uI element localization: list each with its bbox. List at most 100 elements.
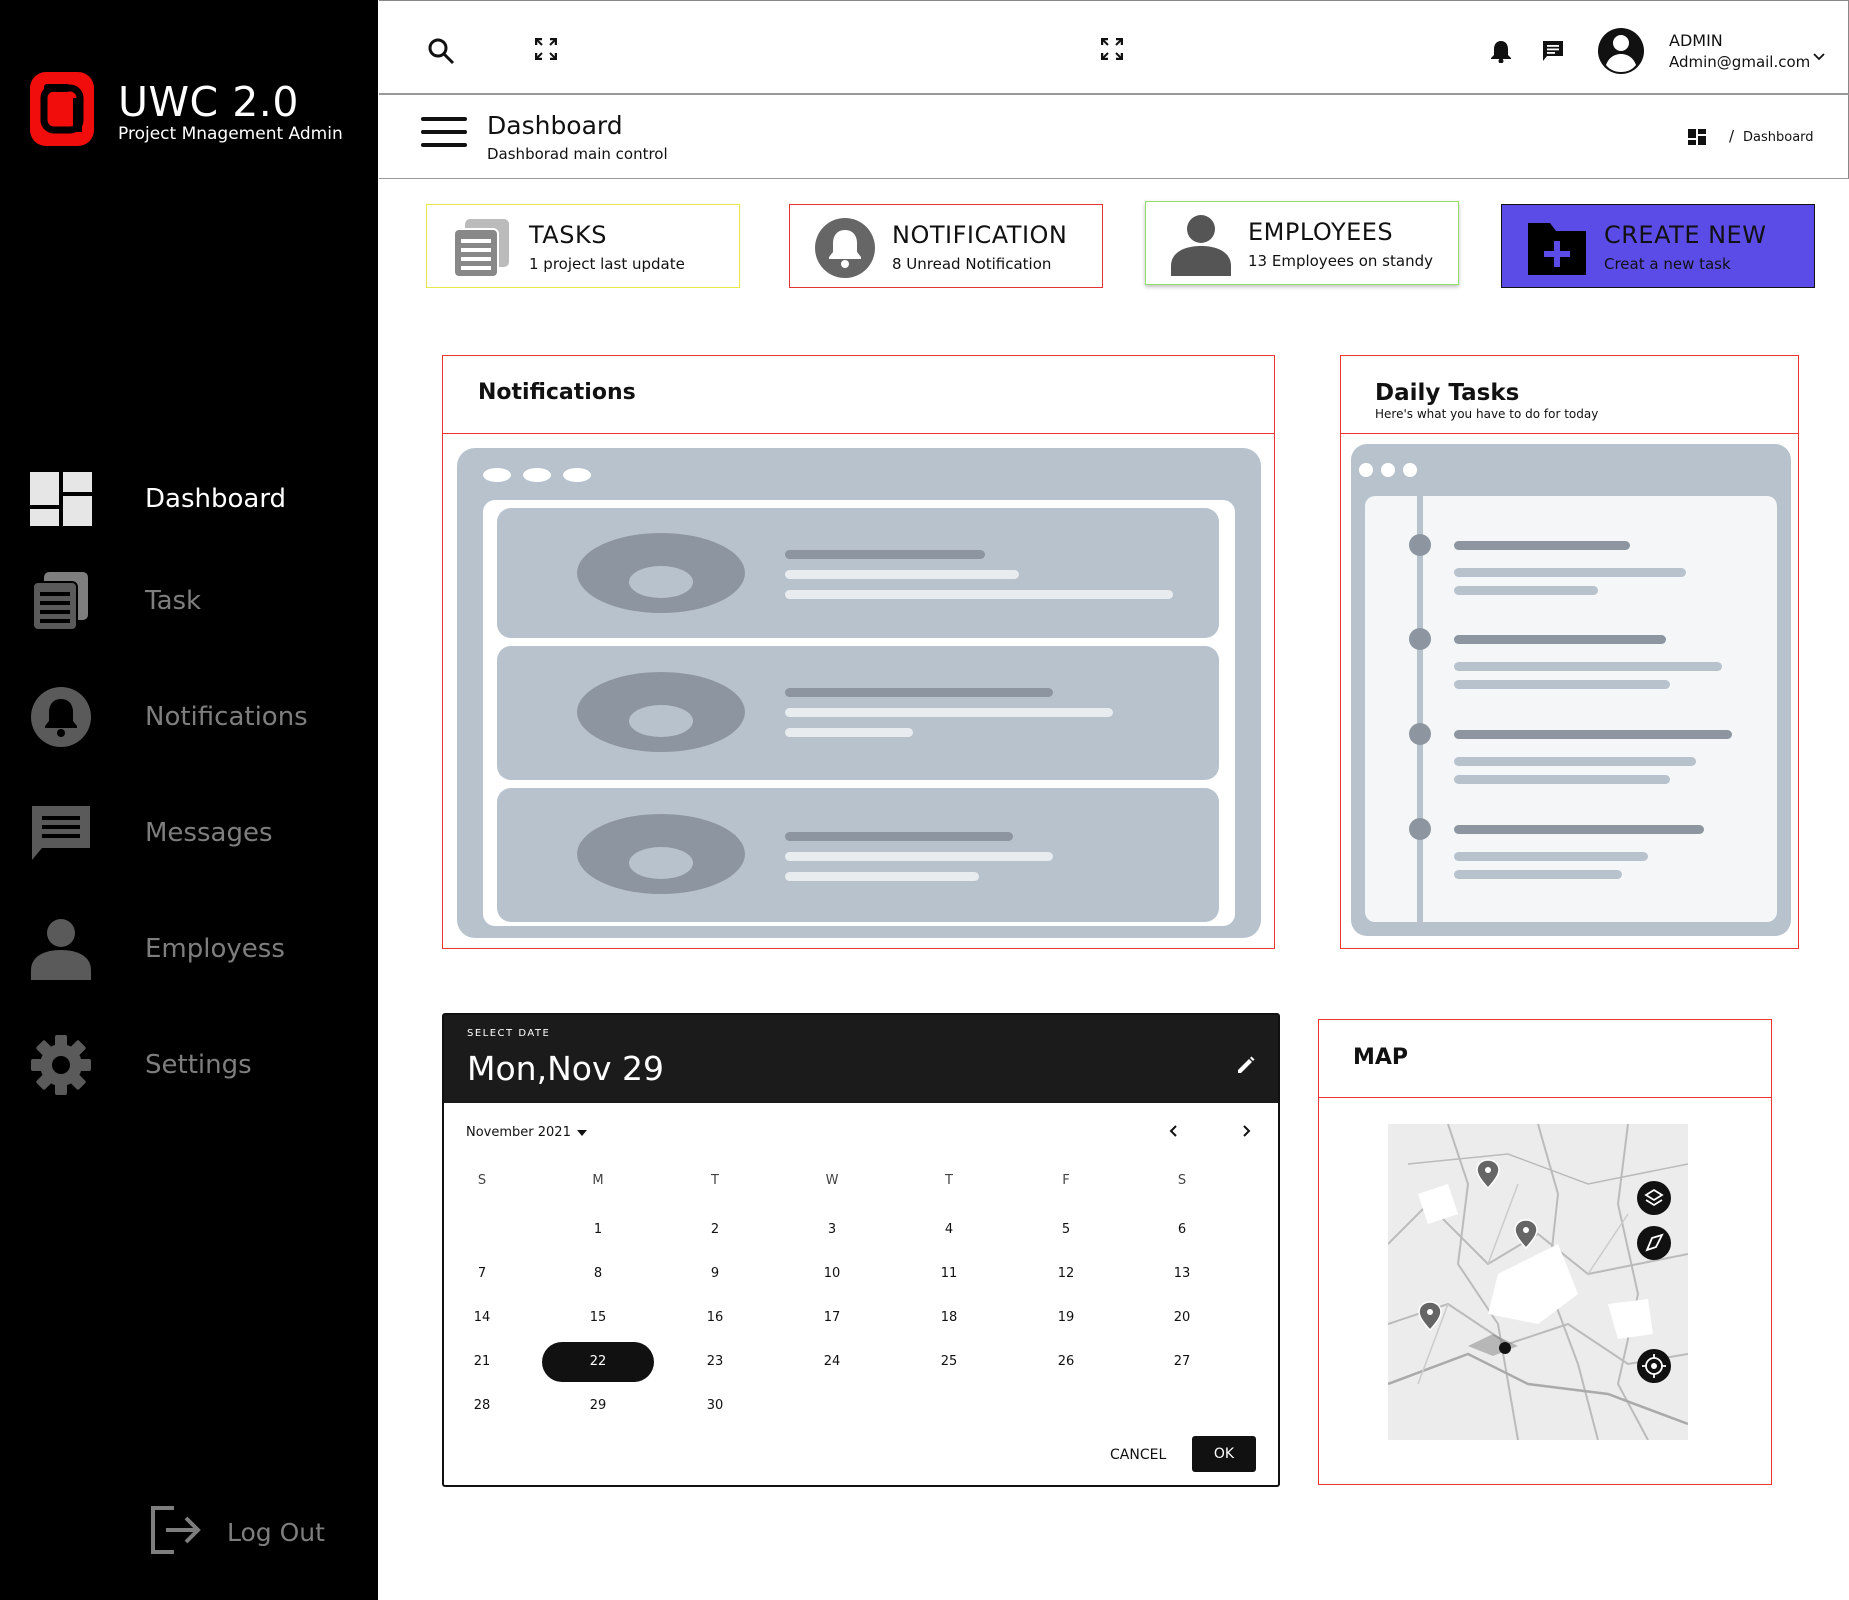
hamburger-line bbox=[421, 130, 467, 134]
calendar-day[interactable]: 13 bbox=[1162, 1259, 1202, 1289]
weekday-header: T bbox=[945, 1173, 953, 1188]
panel-header: Notifications bbox=[443, 356, 1274, 434]
card-title: TASKS bbox=[529, 221, 607, 249]
sidebar-item-label: Employess bbox=[145, 934, 285, 964]
logo-mark-icon bbox=[40, 84, 84, 134]
create-new-button[interactable]: CREATE NEW Creat a new task bbox=[1501, 204, 1815, 288]
calendar-day[interactable]: 14 bbox=[462, 1303, 502, 1333]
employees-card[interactable]: EMPLOYEES 13 Employees on standy bbox=[1145, 201, 1459, 285]
cancel-button[interactable]: CANCEL bbox=[1110, 1447, 1166, 1463]
calendar-day[interactable]: 16 bbox=[695, 1303, 735, 1333]
calendar-day[interactable]: 2 bbox=[695, 1215, 735, 1245]
admin-name: ADMIN bbox=[1669, 31, 1723, 50]
calendar-day[interactable]: 11 bbox=[929, 1259, 969, 1289]
person-icon bbox=[1168, 212, 1234, 278]
sidebar-item-label: Dashboard bbox=[145, 484, 287, 514]
calendar-day[interactable]: 21 bbox=[462, 1347, 502, 1377]
calendar-day[interactable]: 15 bbox=[578, 1303, 618, 1333]
weekday-header: M bbox=[592, 1173, 604, 1188]
map-title: MAP bbox=[1353, 1045, 1409, 1070]
calendar-day[interactable]: 23 bbox=[695, 1347, 735, 1377]
calendar-day-selected[interactable]: 22 bbox=[542, 1342, 654, 1382]
sidebar-item-task[interactable]: Task bbox=[30, 569, 360, 633]
calendar-day[interactable]: 17 bbox=[812, 1303, 852, 1333]
prev-month-button[interactable] bbox=[1167, 1123, 1181, 1142]
user-avatar[interactable] bbox=[1597, 25, 1645, 81]
sidebar-item-employees[interactable]: Employess bbox=[30, 917, 360, 981]
calendar-day[interactable]: 8 bbox=[578, 1259, 618, 1289]
notification-row-1 bbox=[497, 508, 1219, 638]
sidebar-item-dashboard[interactable]: Dashboard bbox=[30, 467, 360, 531]
chevron-left-icon bbox=[1169, 1125, 1177, 1137]
brand-logo[interactable] bbox=[30, 72, 94, 146]
notifications-panel: Notifications bbox=[442, 355, 1275, 949]
daily-tasks-subtitle: Here's what you have to do for today bbox=[1375, 407, 1599, 421]
map-panel: MAP bbox=[1318, 1019, 1772, 1485]
calendar-day[interactable]: 6 bbox=[1162, 1215, 1202, 1245]
sidebar-item-notifications[interactable]: Notifications bbox=[30, 685, 360, 749]
ok-button[interactable]: OK bbox=[1192, 1436, 1256, 1472]
weekday-header: T bbox=[711, 1173, 719, 1188]
edit-date-button[interactable] bbox=[1236, 1055, 1256, 1079]
calendar-day[interactable]: 10 bbox=[812, 1259, 852, 1289]
weekday-header: F bbox=[1062, 1173, 1070, 1188]
date-picker-header: SELECT DATE Mon,Nov 29 bbox=[444, 1015, 1278, 1103]
map-compass-button bbox=[1637, 1226, 1671, 1260]
calendar-day[interactable]: 28 bbox=[462, 1391, 502, 1421]
document-stack-icon bbox=[30, 570, 92, 632]
person-icon bbox=[30, 918, 92, 980]
notification-card[interactable]: NOTIFICATION 8 Unread Notification bbox=[789, 204, 1103, 288]
calendar-day[interactable]: 24 bbox=[812, 1347, 852, 1377]
sidebar-item-label: Task bbox=[145, 586, 202, 616]
calendar-day[interactable]: 19 bbox=[1046, 1303, 1086, 1333]
logout-button[interactable]: Log Out bbox=[150, 1505, 325, 1559]
sidebar-item-label: Settings bbox=[145, 1050, 252, 1080]
breadcrumb-home[interactable] bbox=[1688, 129, 1706, 149]
account-menu-toggle[interactable] bbox=[1813, 46, 1825, 65]
fullscreen-button[interactable] bbox=[534, 37, 558, 64]
card-title: CREATE NEW bbox=[1604, 221, 1767, 249]
add-folder-icon bbox=[1524, 215, 1590, 281]
hamburger-line bbox=[421, 143, 467, 147]
calendar-day[interactable]: 29 bbox=[578, 1391, 618, 1421]
calendar-day[interactable]: 9 bbox=[695, 1259, 735, 1289]
month-select[interactable]: November 2021 bbox=[466, 1125, 587, 1140]
sidebar-item-settings[interactable]: Settings bbox=[30, 1033, 360, 1097]
calendar-day[interactable]: 12 bbox=[1046, 1259, 1086, 1289]
bell-icon bbox=[1491, 41, 1511, 64]
calendar-day[interactable]: 30 bbox=[695, 1391, 735, 1421]
sidebar-item-messages[interactable]: Messages bbox=[30, 801, 360, 865]
pencil-icon bbox=[1238, 1056, 1255, 1073]
fullscreen-button-center[interactable] bbox=[1100, 37, 1124, 64]
next-month-button[interactable] bbox=[1239, 1123, 1253, 1142]
breadcrumb-current[interactable]: Dashboard bbox=[1743, 130, 1814, 145]
search-button[interactable] bbox=[427, 37, 455, 69]
notifications-title: Notifications bbox=[478, 380, 636, 405]
message-icon bbox=[1543, 41, 1563, 61]
dashboard-icon bbox=[30, 468, 92, 530]
map-locate-button bbox=[1637, 1349, 1671, 1383]
date-picker-label: SELECT DATE bbox=[467, 1028, 551, 1039]
messages-button[interactable] bbox=[1542, 40, 1564, 66]
notifications-button[interactable] bbox=[1490, 39, 1512, 67]
menu-toggle-button[interactable] bbox=[421, 117, 467, 153]
calendar-day[interactable]: 26 bbox=[1046, 1347, 1086, 1377]
card-title: NOTIFICATION bbox=[892, 221, 1068, 249]
notifications-placeholder-image bbox=[457, 448, 1261, 938]
calendar-day[interactable]: 20 bbox=[1162, 1303, 1202, 1333]
tasks-card[interactable]: TASKS 1 project last update bbox=[426, 204, 740, 288]
calendar-day[interactable]: 25 bbox=[929, 1347, 969, 1377]
calendar-day[interactable]: 7 bbox=[462, 1259, 502, 1289]
calendar-day[interactable]: 1 bbox=[578, 1215, 618, 1245]
calendar-day[interactable]: 4 bbox=[929, 1215, 969, 1245]
map-view[interactable] bbox=[1388, 1124, 1688, 1440]
daily-tasks-panel: Daily Tasks Here's what you have to do f… bbox=[1340, 355, 1799, 949]
bell-icon bbox=[30, 686, 92, 748]
calendar-day[interactable]: 3 bbox=[812, 1215, 852, 1245]
weekday-header: W bbox=[825, 1173, 839, 1188]
daily-tasks-title: Daily Tasks bbox=[1375, 380, 1520, 406]
calendar-day[interactable]: 27 bbox=[1162, 1347, 1202, 1377]
calendar-day[interactable]: 5 bbox=[1046, 1215, 1086, 1245]
calendar-day[interactable]: 18 bbox=[929, 1303, 969, 1333]
page-header: Dashboard Dashborad main control / Dashb… bbox=[379, 95, 1849, 179]
